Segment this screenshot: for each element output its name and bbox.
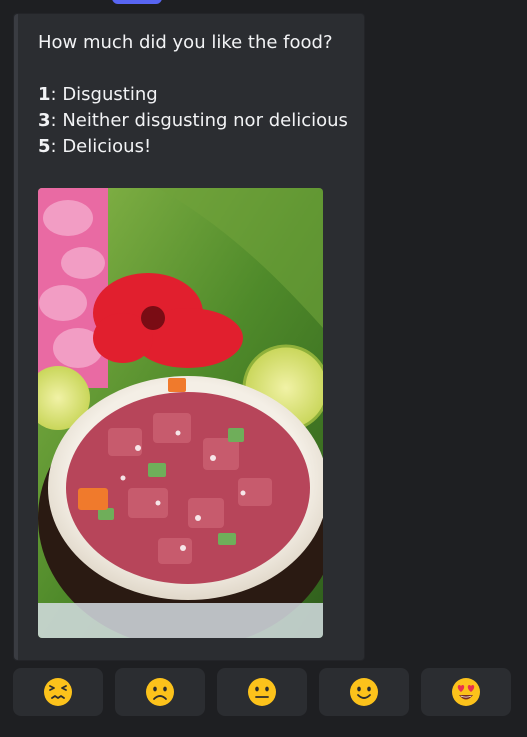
active-indicator [112, 0, 162, 4]
food-photo[interactable] [38, 188, 323, 638]
rating-3-button[interactable] [217, 668, 307, 716]
slightly-smiling-face-icon [350, 678, 378, 706]
embed-accent-bar [14, 14, 18, 660]
option-text: : Neither disgusting nor delicious [50, 110, 348, 131]
option-number: 3 [38, 110, 51, 131]
discord-poll-message: How much did you like the food? 1: Disgu… [0, 0, 527, 737]
rating-4-button[interactable] [319, 668, 409, 716]
option-text: : Delicious! [50, 136, 152, 157]
option-line-5: 5: Delicious! [38, 134, 348, 160]
embed-content: How much did you like the food? 1: Disgu… [38, 30, 348, 160]
rating-2-button[interactable] [115, 668, 205, 716]
food-photo-illustration [38, 188, 323, 638]
rating-5-button[interactable] [421, 668, 511, 716]
confounded-face-icon [44, 678, 72, 706]
heart-eyes-face-icon [452, 678, 480, 706]
neutral-face-icon [248, 678, 276, 706]
frowning-face-icon [146, 678, 174, 706]
option-number: 5 [38, 136, 51, 157]
reaction-buttons [13, 668, 511, 716]
option-text: : Disgusting [50, 84, 158, 105]
option-line-1: 1: Disgusting [38, 82, 348, 108]
option-number: 1 [38, 84, 51, 105]
option-line-3: 3: Neither disgusting nor delicious [38, 108, 348, 134]
poll-embed: How much did you like the food? 1: Disgu… [13, 13, 365, 661]
poll-question: How much did you like the food? [38, 32, 333, 53]
rating-1-button[interactable] [13, 668, 103, 716]
